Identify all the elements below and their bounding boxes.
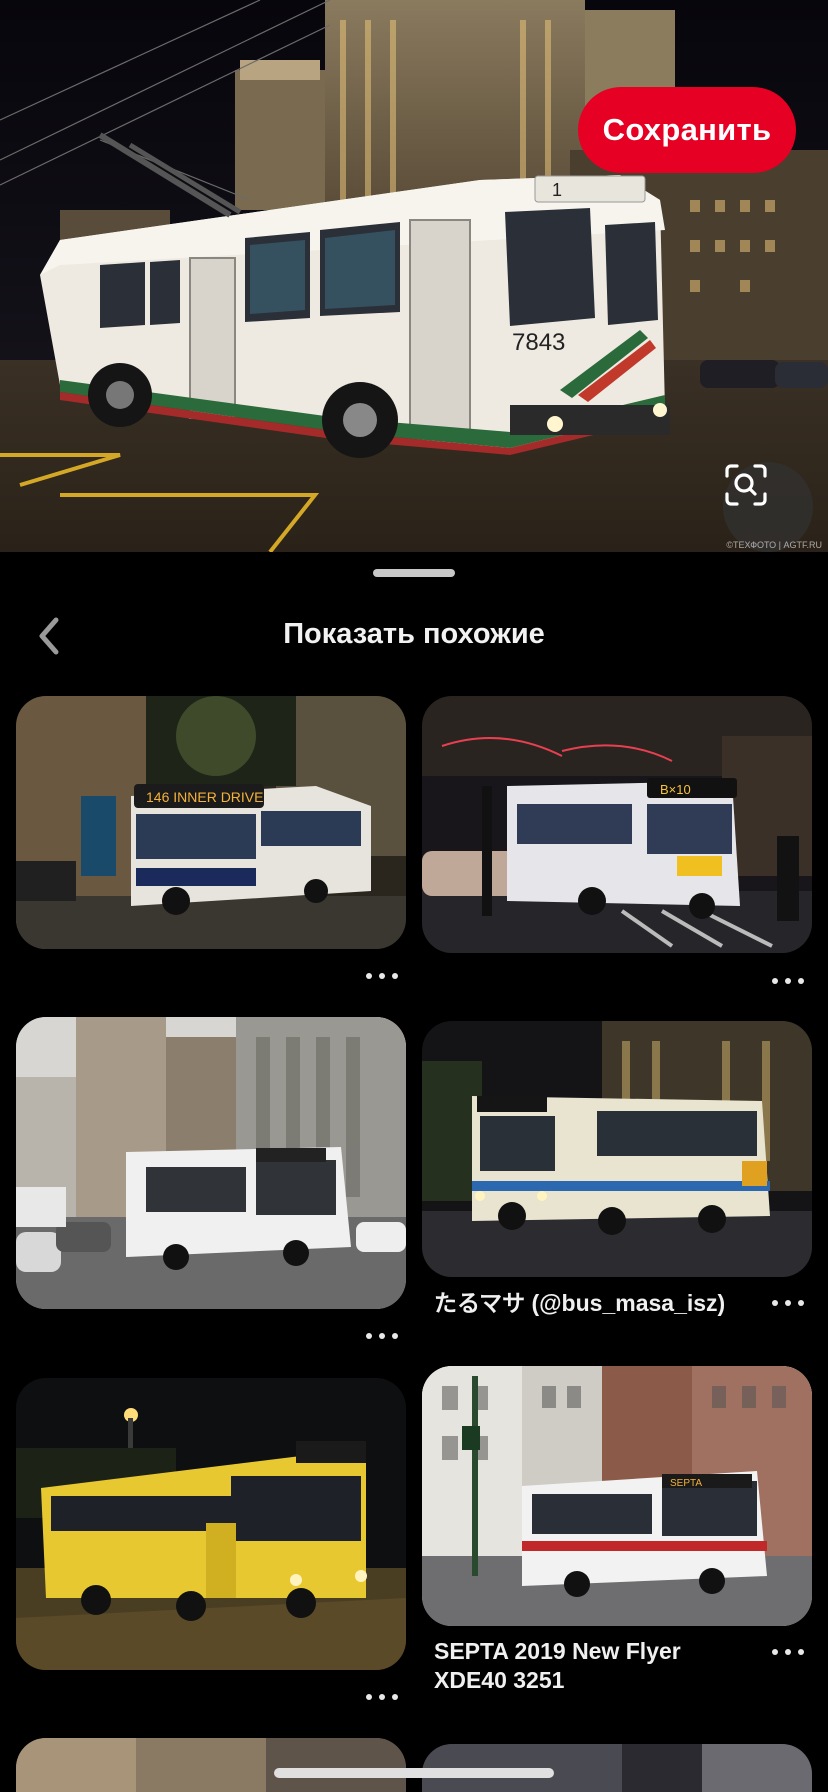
- pin-image[interactable]: [422, 1021, 812, 1277]
- pin-sign: SEPTA: [670, 1478, 702, 1489]
- pin-more-button[interactable]: [362, 1685, 402, 1709]
- pin-image[interactable]: B×10: [422, 696, 812, 953]
- pin-image[interactable]: [16, 1017, 406, 1309]
- pin-more-button[interactable]: [362, 964, 402, 988]
- pin-caption[interactable]: SEPTA 2019 New Flyer XDE40 3251: [434, 1637, 764, 1695]
- sheet-grabber[interactable]: [373, 569, 455, 577]
- home-indicator[interactable]: [274, 1768, 554, 1778]
- pin-more-button[interactable]: [768, 969, 808, 993]
- pin-sign: B×10: [660, 782, 691, 797]
- pin-image[interactable]: [16, 1738, 406, 1792]
- image-credit: ©ТЕХФОТО | AGTF.RU: [726, 540, 822, 550]
- fleet-number: 7843: [512, 329, 565, 356]
- pin-sign: 146 INNER DRIVE: [146, 789, 263, 805]
- pin-caption-line: XDE40 3251: [434, 1667, 565, 1693]
- pin-caption[interactable]: たるマサ (@bus_masa_isz): [434, 1289, 764, 1318]
- route-number: 1: [552, 180, 562, 200]
- pin-image[interactable]: SEPTA: [422, 1366, 812, 1626]
- pin-more-button[interactable]: [768, 1291, 808, 1315]
- pin-image[interactable]: 146 INNER DRIVE: [16, 696, 406, 949]
- save-button[interactable]: Сохранить: [578, 87, 796, 173]
- hero-image[interactable]: 1 7843 Сохранить ©ТЕХФОТО | AGTF.RU: [0, 0, 828, 552]
- pin-image[interactable]: [16, 1378, 406, 1670]
- pin-more-button[interactable]: [362, 1324, 402, 1348]
- similar-header: Показать похожие: [0, 600, 828, 675]
- page-title: Показать похожие: [283, 618, 545, 650]
- pin-caption-line: SEPTA 2019 New Flyer: [434, 1638, 681, 1664]
- pin-more-button[interactable]: [768, 1640, 808, 1664]
- visual-search-button[interactable]: [723, 462, 813, 552]
- visual-search-icon: [725, 464, 767, 506]
